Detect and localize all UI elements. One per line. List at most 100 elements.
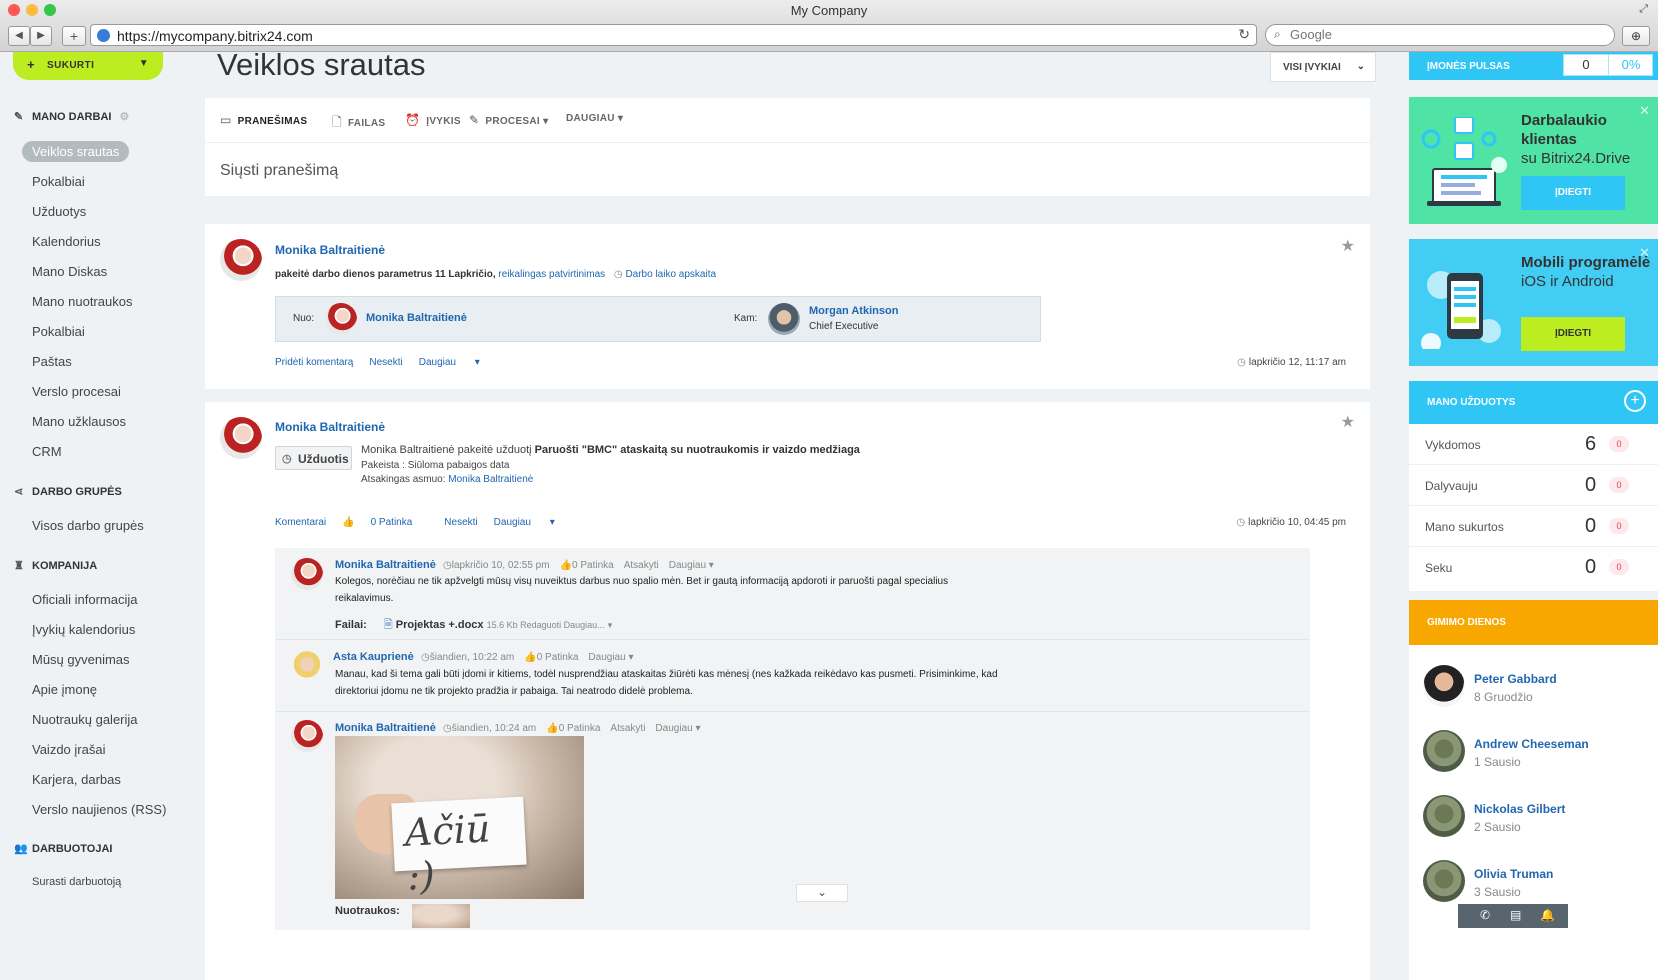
expand-button[interactable]: ⌄: [796, 884, 848, 902]
more-link[interactable]: Daugiau ▾: [419, 357, 496, 368]
sidebar-item-about-company[interactable]: Apie įmonę: [32, 682, 97, 697]
reply-link[interactable]: Atsakyti: [624, 560, 659, 571]
task-counter-row[interactable]: Dalyvauju 0 0: [1409, 465, 1658, 506]
post-date[interactable]: ◷ lapkričio 12, 11:17 am: [1237, 357, 1346, 368]
more-link[interactable]: Daugiau ▾: [669, 560, 714, 571]
sidebar-item-mail[interactable]: Paštas: [32, 354, 72, 369]
file-link[interactable]: Projektas +.docx: [396, 619, 484, 631]
like-link[interactable]: 👍0 Patinka: [342, 517, 428, 528]
avatar[interactable]: [325, 303, 357, 335]
photo-thumbnail[interactable]: [412, 904, 470, 928]
install-button[interactable]: ĮDIEGTI: [1521, 317, 1625, 351]
sidebar-item-chats-2[interactable]: Pokalbiai: [32, 324, 85, 339]
add-comment-link[interactable]: Pridėti komentarą: [275, 357, 353, 368]
unfollow-link[interactable]: Nesekti: [444, 517, 477, 528]
phone-icon[interactable]: ✆: [1480, 908, 1490, 922]
sidebar-item-my-drive[interactable]: Mano Diskas: [32, 264, 107, 279]
section-my-works[interactable]: ✎ MANO DARBAI ⚙: [14, 110, 129, 123]
tasks-title[interactable]: MANO UŽDUOTYS: [1427, 397, 1515, 408]
avatar[interactable]: [1423, 860, 1465, 902]
search-bar[interactable]: ⌕: [1265, 24, 1615, 46]
to-name[interactable]: Morgan Atkinson: [809, 305, 898, 317]
star-icon[interactable]: ★: [1341, 412, 1355, 432]
task-counter-row[interactable]: Mano sukurtos 0 0: [1409, 506, 1658, 547]
tab-event[interactable]: ⏰ ĮVYKIS: [405, 113, 461, 127]
search-input[interactable]: [1290, 27, 1590, 42]
post-message-input[interactable]: Siųsti pranešimą: [220, 162, 338, 180]
create-button[interactable]: + SUKURTI ▼: [13, 52, 163, 80]
sidebar-item-photo-gallery[interactable]: Nuotraukų galerija: [32, 712, 138, 727]
reply-link[interactable]: Atsakyti: [610, 723, 645, 734]
birthday-name[interactable]: Andrew Cheeseman: [1474, 737, 1589, 751]
back-button[interactable]: ◀: [8, 26, 30, 46]
avatar[interactable]: [1423, 730, 1465, 772]
like-link[interactable]: 👍0 Patinka: [524, 652, 578, 663]
sidebar-item-our-life[interactable]: Mūsų gyvenimas: [32, 652, 130, 667]
section-workgroups[interactable]: ⋖ DARBO GRUPĖS: [14, 485, 122, 498]
close-icon[interactable]: ✕: [1639, 245, 1650, 261]
sidebar-item-chats[interactable]: Pokalbiai: [32, 174, 85, 189]
sidebar-item-official-info[interactable]: Oficiali informacija: [32, 592, 137, 607]
company-pulse[interactable]: ĮMONĖS PULSAS 0 0%: [1409, 52, 1658, 80]
attached-photo[interactable]: Ačiū :): [335, 736, 584, 899]
tab-file[interactable]: 🗋 FAILAS: [332, 113, 385, 134]
avatar[interactable]: [768, 303, 800, 335]
more-link[interactable]: Daugiau ▾: [494, 517, 571, 528]
more-link[interactable]: Daugiau ▾: [655, 723, 700, 734]
approval-link[interactable]: reikalingas patvirtinimas: [498, 269, 605, 280]
new-tab-button[interactable]: +: [62, 26, 86, 46]
sidebar-item-activity-stream[interactable]: Veiklos srautas: [22, 141, 130, 162]
responsible-link[interactable]: Monika Baltraitienė: [448, 474, 533, 485]
sidebar-item-calendar[interactable]: Kalendorius: [32, 234, 101, 249]
filter-dropdown[interactable]: VISI ĮVYKIAI ⌄: [1270, 52, 1376, 82]
comment-author[interactable]: Monika Baltraitienė: [335, 559, 436, 571]
section-company[interactable]: ♜ KOMPANIJA: [14, 559, 97, 572]
downloads-button[interactable]: ⊕: [1622, 26, 1650, 46]
install-button[interactable]: ĮDIEGTI: [1521, 176, 1625, 210]
tab-workflows[interactable]: ✎ PROCESAI ▾: [469, 113, 548, 127]
birthday-name[interactable]: Nickolas Gilbert: [1474, 802, 1565, 816]
star-icon[interactable]: ★: [1341, 236, 1355, 256]
avatar[interactable]: [220, 417, 262, 459]
post-date[interactable]: ◷ lapkričio 10, 04:45 pm: [1236, 517, 1346, 528]
sidebar-item-find-employee[interactable]: Surasti darbuotoją: [32, 876, 121, 888]
comment-author[interactable]: Monika Baltraitienė: [335, 722, 436, 734]
chat-icon[interactable]: ▤: [1510, 908, 1521, 922]
avatar[interactable]: [291, 720, 323, 752]
tab-message[interactable]: ▭ PRANEŠIMAS: [220, 113, 307, 127]
more-link[interactable]: Daugiau ▾: [588, 652, 633, 663]
forward-button[interactable]: ▶: [30, 26, 52, 46]
avatar[interactable]: [1423, 665, 1465, 707]
post-author[interactable]: Monika Baltraitienė: [275, 243, 385, 257]
from-name[interactable]: Monika Baltraitienė: [366, 312, 467, 324]
sidebar-item-events-calendar[interactable]: Įvykių kalendorius: [32, 622, 135, 637]
bell-icon[interactable]: 🔔: [1540, 908, 1555, 922]
sidebar-item-my-photos[interactable]: Mano nuotraukos: [32, 294, 132, 309]
sidebar-item-crm[interactable]: CRM: [32, 444, 62, 459]
tab-more[interactable]: DAUGIAU ▾: [566, 113, 623, 124]
avatar[interactable]: [291, 558, 323, 590]
address-bar[interactable]: https://mycompany.bitrix24.com ↻: [90, 24, 1257, 46]
sidebar-item-business-news[interactable]: Verslo naujienos (RSS): [32, 802, 166, 817]
sidebar-item-careers[interactable]: Karjera, darbas: [32, 772, 121, 787]
birthday-name[interactable]: Olivia Truman: [1474, 867, 1553, 881]
avatar[interactable]: [1423, 795, 1465, 837]
post-author[interactable]: Monika Baltraitienė: [275, 420, 385, 434]
sidebar-item-workflows[interactable]: Verslo procesai: [32, 384, 121, 399]
avatar[interactable]: [220, 239, 262, 281]
sidebar-item-all-groups[interactable]: Visos darbo grupės: [32, 518, 144, 533]
task-counter-row[interactable]: Vykdomos 6 0: [1409, 424, 1658, 465]
unfollow-link[interactable]: Nesekti: [369, 357, 402, 368]
gear-icon[interactable]: ⚙: [119, 111, 129, 123]
task-link[interactable]: Paruošti "BMC" ataskaitą su nuotraukomis…: [535, 444, 860, 456]
comments-link[interactable]: Komentarai: [275, 517, 326, 528]
add-task-button[interactable]: +: [1624, 390, 1646, 412]
sidebar-item-tasks[interactable]: Užduotys: [32, 204, 86, 219]
avatar[interactable]: [291, 650, 323, 682]
like-link[interactable]: 👍0 Patinka: [546, 723, 600, 734]
section-employees[interactable]: 👥 DARBUOTOJAI: [14, 842, 112, 855]
sidebar-item-my-requests[interactable]: Mano užklausos: [32, 414, 126, 429]
birthday-name[interactable]: Peter Gabbard: [1474, 672, 1557, 686]
timeman-link[interactable]: Darbo laiko apskaita: [625, 269, 716, 280]
task-counter-row[interactable]: Seku 0 0: [1409, 547, 1658, 588]
